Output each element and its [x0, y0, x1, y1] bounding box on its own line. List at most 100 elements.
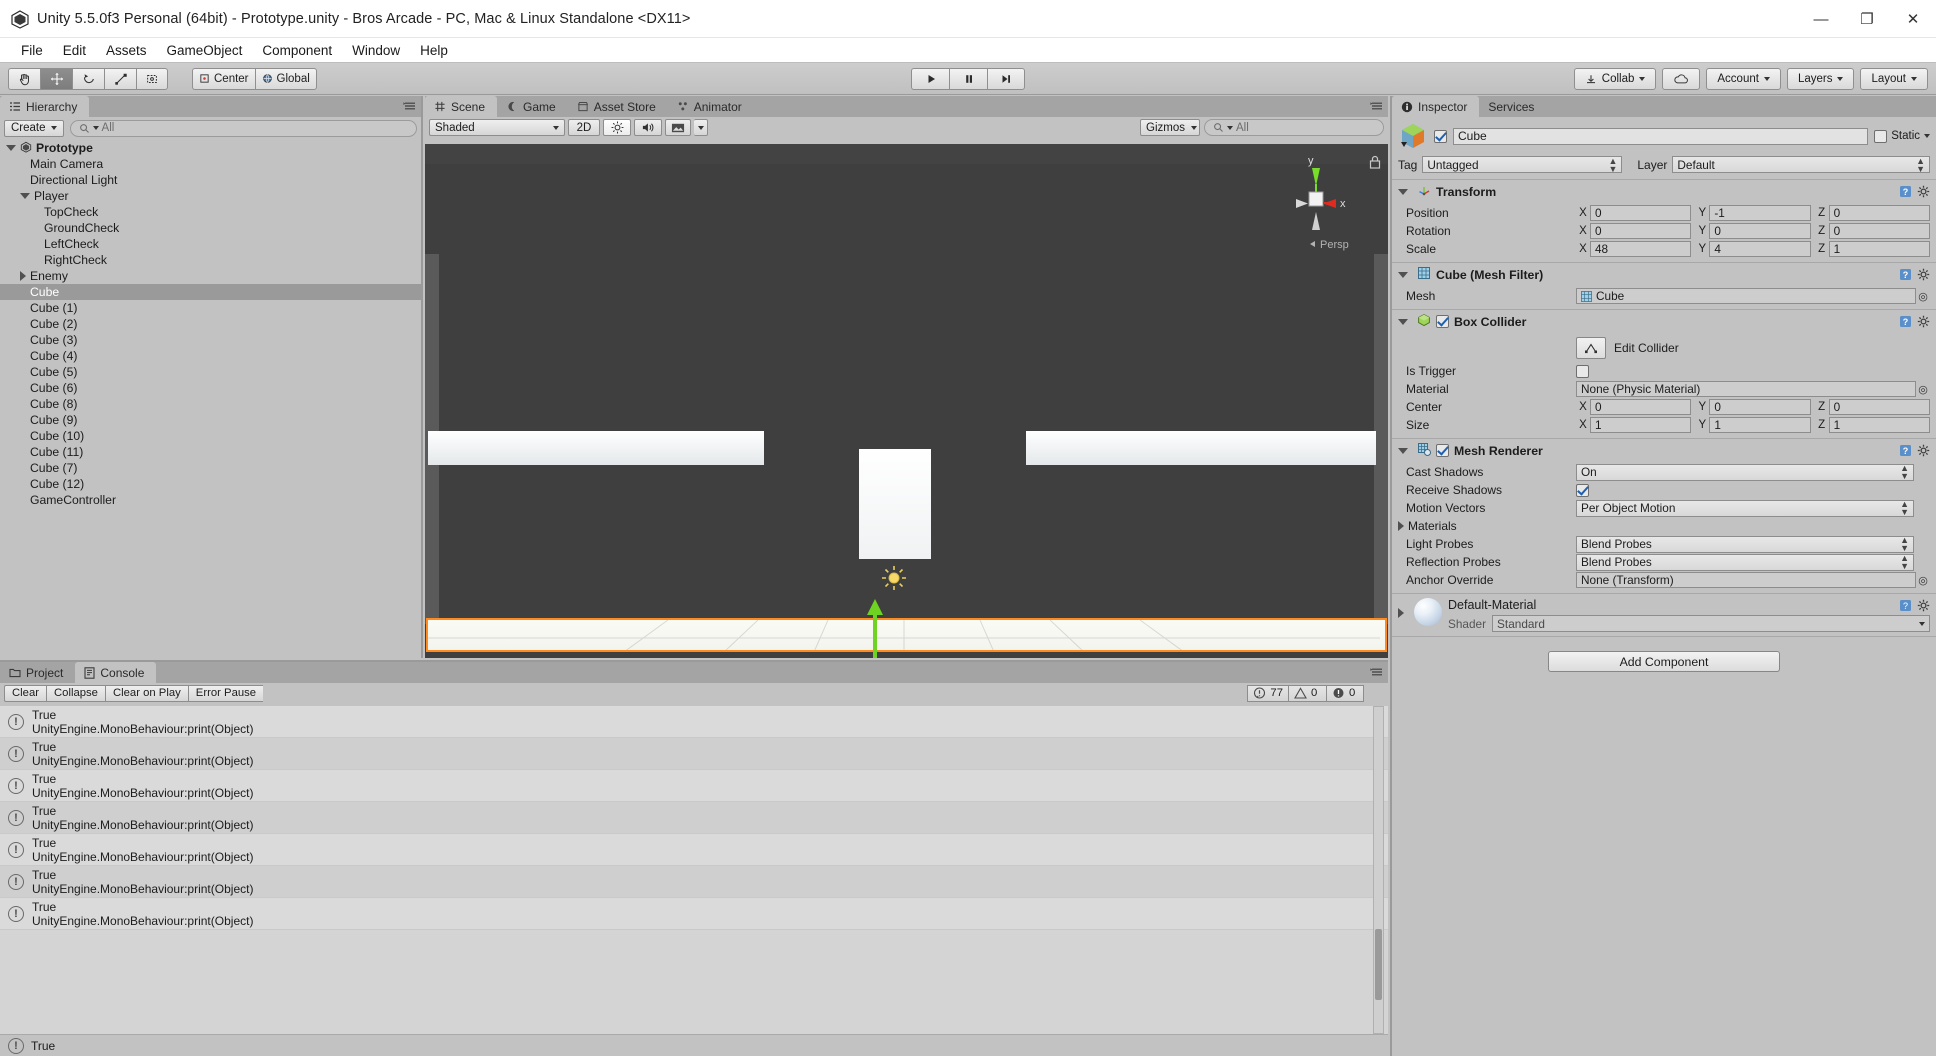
checkbox-field[interactable] — [1576, 364, 1589, 378]
foldout-closed-icon[interactable] — [20, 271, 26, 281]
object-picker-icon[interactable]: ◎ — [1916, 290, 1930, 303]
object-picker-icon[interactable]: ◎ — [1916, 574, 1930, 587]
tab-animator[interactable]: Animator — [667, 96, 754, 117]
hierarchy-search-input[interactable]: All — [69, 119, 417, 137]
component-foldout-icon[interactable] — [1398, 318, 1408, 325]
console-message-row[interactable]: ! True UnityEngine.MonoBehaviour:print(Obj… — [0, 898, 1388, 930]
field-x[interactable]: 48 — [1590, 241, 1692, 257]
lighting-toggle-button[interactable] — [603, 119, 631, 136]
checkbox-field[interactable] — [1576, 483, 1589, 497]
info-count[interactable]: 77 — [1247, 684, 1288, 702]
component-enabled-checkbox[interactable] — [1436, 444, 1449, 457]
hierarchy-item-cube-7[interactable]: Cube (7) — [0, 460, 421, 476]
object-field[interactable]: None (Physic Material) — [1576, 381, 1916, 397]
console-message-row[interactable]: ! True UnityEngine.MonoBehaviour:print(Obj… — [0, 706, 1388, 738]
field-x[interactable]: 0 — [1590, 223, 1692, 239]
hierarchy-item-player[interactable]: Player — [0, 188, 421, 204]
2d-toggle-button[interactable]: 2D — [568, 119, 600, 136]
tab-hierarchy[interactable]: Hierarchy — [0, 96, 90, 117]
hierarchy-item-cube-10[interactable]: Cube (10) — [0, 428, 421, 444]
clear-button[interactable]: Clear — [4, 684, 46, 702]
cloud-button[interactable] — [1662, 67, 1701, 90]
hierarchy-item-gamecontroller[interactable]: GameController — [0, 492, 421, 508]
field-z[interactable]: 0 — [1828, 205, 1930, 221]
field-y[interactable]: 0 — [1709, 399, 1811, 415]
shader-dropdown[interactable]: Standard — [1492, 615, 1930, 632]
dropdown-field[interactable]: On ▲ ▼ — [1576, 463, 1914, 481]
move-gizmo-y-axis[interactable] — [873, 609, 877, 658]
scale-tool-button[interactable] — [104, 67, 136, 90]
error-count[interactable]: 0 — [1326, 684, 1364, 702]
component-foldout-icon[interactable] — [1398, 271, 1408, 278]
hierarchy-item-cube-12[interactable]: Cube (12) — [0, 476, 421, 492]
move-gizmo-y-arrow[interactable] — [867, 599, 883, 615]
component-foldout-icon[interactable] — [1398, 447, 1408, 454]
pivot-space-button[interactable]: Global — [254, 67, 317, 90]
hierarchy-item-groundcheck[interactable]: GroundCheck — [0, 220, 421, 236]
field-y[interactable]: 1 — [1709, 417, 1811, 433]
hierarchy-item-cube-1[interactable]: Cube (1) — [0, 300, 421, 316]
hierarchy-item-cube-5[interactable]: Cube (5) — [0, 364, 421, 380]
hierarchy-item-cube-11[interactable]: Cube (11) — [0, 444, 421, 460]
chevron-down-icon[interactable] — [1924, 134, 1930, 138]
hierarchy-item-topcheck[interactable]: TopCheck — [0, 204, 421, 220]
audio-toggle-button[interactable] — [634, 119, 662, 136]
object-field[interactable]: None (Transform) — [1576, 572, 1916, 588]
component-header-box-collider[interactable]: Box Collider? — [1392, 310, 1936, 333]
component-header-cube-mesh-filter[interactable]: Cube (Mesh Filter)? — [1392, 263, 1936, 286]
gizmos-dropdown[interactable]: Gizmos — [1140, 119, 1200, 136]
error-pause-button[interactable]: Error Pause — [187, 684, 264, 702]
component-foldout-icon[interactable] — [1398, 188, 1408, 195]
dropdown-field[interactable]: Per Object Motion ▲ ▼ — [1576, 499, 1914, 517]
close-button[interactable]: ✕ — [1890, 0, 1936, 38]
pivot-mode-button[interactable]: Center — [192, 67, 255, 90]
minimize-button[interactable]: — — [1798, 0, 1844, 38]
menu-assets[interactable]: Assets — [96, 41, 157, 60]
console-message-row[interactable]: ! True UnityEngine.MonoBehaviour:print(Obj… — [0, 866, 1388, 898]
tab-inspector[interactable]: Inspector — [1392, 96, 1480, 117]
rect-tool-button[interactable] — [136, 67, 168, 90]
hierarchy-item-prototype[interactable]: Prototype — [0, 140, 421, 156]
material-foldout-icon[interactable] — [1398, 608, 1404, 618]
layout-button[interactable]: Layout — [1860, 67, 1928, 90]
scene-viewport[interactable]: y x Persp — [425, 144, 1388, 658]
tab-project[interactable]: Project — [0, 662, 76, 683]
create-button[interactable]: Create — [4, 119, 64, 137]
tab-console[interactable]: Console — [75, 662, 157, 683]
scene-options-icon[interactable] — [1370, 100, 1384, 112]
menu-edit[interactable]: Edit — [53, 41, 96, 60]
field-z[interactable]: 0 — [1828, 223, 1930, 239]
foldout-open-icon[interactable] — [6, 145, 16, 151]
hierarchy-item-cube-4[interactable]: Cube (4) — [0, 348, 421, 364]
tag-dropdown[interactable]: Untagged ▲ ▼ — [1422, 156, 1623, 173]
field-z[interactable]: 1 — [1828, 417, 1930, 433]
collab-button[interactable]: Collab — [1573, 67, 1657, 90]
field-y[interactable]: 0 — [1709, 223, 1811, 239]
hierarchy-item-cube-3[interactable]: Cube (3) — [0, 332, 421, 348]
static-checkbox[interactable] — [1874, 129, 1888, 143]
maximize-button[interactable]: ❐ — [1844, 0, 1890, 38]
menu-file[interactable]: File — [11, 41, 53, 60]
add-component-button[interactable]: Add Component — [1548, 651, 1780, 672]
scene-lock-icon[interactable] — [1368, 154, 1382, 173]
menu-gameobject[interactable]: GameObject — [157, 41, 253, 60]
materials-foldout-icon[interactable] — [1398, 521, 1404, 531]
foldout-open-icon[interactable] — [20, 193, 30, 199]
hierarchy-item-cube-6[interactable]: Cube (6) — [0, 380, 421, 396]
hierarchy-item-cube[interactable]: Cube — [0, 284, 421, 300]
hierarchy-options-icon[interactable] — [403, 100, 417, 112]
field-y[interactable]: 4 — [1709, 241, 1811, 257]
hierarchy-item-main-camera[interactable]: Main Camera — [0, 156, 421, 172]
dropdown-field[interactable]: Blend Probes ▲ ▼ — [1576, 553, 1914, 571]
layers-button[interactable]: Layers — [1786, 67, 1855, 90]
object-name-field[interactable]: Cube — [1453, 127, 1869, 145]
pause-button[interactable] — [949, 67, 987, 90]
static-toggle[interactable]: Static — [1874, 129, 1930, 143]
console-scrollbar-thumb[interactable] — [1375, 928, 1382, 1001]
fx-toggle-button[interactable] — [665, 119, 691, 136]
collapse-button[interactable]: Collapse — [46, 684, 105, 702]
hierarchy-item-leftcheck[interactable]: LeftCheck — [0, 236, 421, 252]
field-x[interactable]: 0 — [1590, 205, 1692, 221]
hand-tool-button[interactable] — [8, 67, 40, 90]
menu-help[interactable]: Help — [410, 41, 458, 60]
